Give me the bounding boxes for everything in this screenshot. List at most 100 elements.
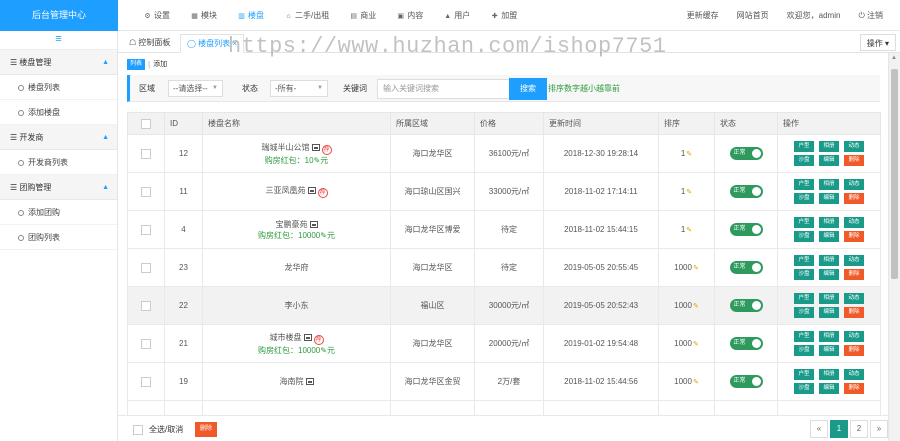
- bonus-text[interactable]: 购房红包：10000✎元: [203, 345, 390, 356]
- page-button-0[interactable]: «: [810, 420, 828, 438]
- caret-up-icon[interactable]: ▲: [102, 50, 109, 75]
- row-checkbox[interactable]: [141, 148, 151, 159]
- action-button-0[interactable]: 户型: [794, 141, 814, 152]
- refresh-cache-link[interactable]: 更新缓存: [678, 0, 728, 31]
- row-checkbox[interactable]: [141, 338, 151, 349]
- topnav-item-4[interactable]: ▤ 商业: [339, 0, 386, 31]
- tab-actions-dropdown[interactable]: 操作 ▾: [859, 34, 896, 51]
- edit-pencil-icon[interactable]: ✎: [686, 189, 692, 196]
- edit-pencil-icon[interactable]: ✎: [686, 151, 692, 158]
- sidebar-item-1-0[interactable]: 开发商列表: [0, 150, 117, 175]
- image-icon[interactable]: [305, 378, 314, 385]
- action-button-4[interactable]: 编辑: [819, 193, 839, 204]
- action-button-4[interactable]: 编辑: [819, 383, 839, 394]
- page-button-2[interactable]: 2: [850, 420, 868, 438]
- table-row[interactable]: 12 瑞城半山公馆 荐购房红包：10✎元 海口龙华区 36100元/㎡ 2018-12-3…: [127, 134, 881, 173]
- table-row[interactable]: 11 三亚凤凰苑 荐 海口琼山区国兴 33000元/㎡ 2018-11-02 17:14:…: [127, 172, 881, 211]
- action-button-5[interactable]: 删除: [844, 345, 864, 356]
- row-checkbox[interactable]: [141, 376, 151, 387]
- action-button-1[interactable]: 相册: [819, 293, 839, 304]
- action-button-1[interactable]: 相册: [819, 179, 839, 190]
- action-button-0[interactable]: 户型: [794, 179, 814, 190]
- edit-pencil-icon[interactable]: ✎: [693, 265, 699, 272]
- tab-close-icon[interactable]: ×: [232, 39, 237, 48]
- action-button-5[interactable]: 删除: [844, 307, 864, 318]
- list-button[interactable]: 列表: [127, 58, 146, 70]
- caret-up-icon[interactable]: ▲: [102, 175, 109, 200]
- table-row[interactable]: 22 李小东 福山区 30000元/㎡ 2019-05-05 20:52:43 1000✎…: [127, 286, 881, 325]
- header-checkbox[interactable]: [141, 118, 151, 129]
- scroll-up-icon[interactable]: ▲: [891, 55, 897, 61]
- tab-building-list[interactable]: ◯ 楼盘列表 ×: [180, 34, 245, 53]
- brand-title[interactable]: 后台管理中心: [0, 0, 118, 31]
- action-button-0[interactable]: 户型: [794, 369, 814, 380]
- action-button-5[interactable]: 删除: [844, 193, 864, 204]
- action-button-5[interactable]: 删除: [844, 269, 864, 280]
- status-toggle[interactable]: 正常: [729, 185, 763, 198]
- sidebar-group-2[interactable]: ☰ 团购管理 ▲: [0, 175, 117, 200]
- building-name[interactable]: 海南院: [203, 376, 390, 387]
- action-button-2[interactable]: 动态: [844, 217, 864, 228]
- sort-cell[interactable]: 1000✎: [658, 324, 715, 363]
- edit-pencil-icon[interactable]: ✎: [686, 227, 692, 234]
- topnav-item-7[interactable]: ✚ 加盟: [480, 0, 527, 31]
- select-all-checkbox[interactable]: [133, 424, 143, 435]
- action-button-2[interactable]: 动态: [844, 331, 864, 342]
- sort-cell[interactable]: 1✎: [658, 134, 715, 173]
- sort-cell[interactable]: 1000✎: [658, 248, 715, 287]
- table-row[interactable]: 21 城市楼盘 荐购房红包：10000✎元 海口龙华区 20000元/㎡ 2019-01-…: [127, 324, 881, 363]
- action-button-0[interactable]: 户型: [794, 331, 814, 342]
- action-button-2[interactable]: 动态: [844, 179, 864, 190]
- action-button-3[interactable]: 沙盘: [794, 307, 814, 318]
- topnav-item-3[interactable]: ⌂ 二手/出租: [274, 0, 339, 31]
- topnav-item-5[interactable]: ▣ 内容: [386, 0, 433, 31]
- sidebar-item-0-0[interactable]: 楼盘列表: [0, 75, 117, 100]
- region-select[interactable]: --请选择-- ▼: [168, 80, 223, 97]
- status-toggle[interactable]: 正常: [729, 299, 763, 312]
- sidebar-group-0[interactable]: ☰ 楼盘管理 ▲: [0, 50, 117, 75]
- scrollbar[interactable]: ▲: [888, 53, 900, 441]
- building-name[interactable]: 城市楼盘 荐: [203, 332, 390, 345]
- select-all[interactable]: 全选/取消: [133, 424, 183, 435]
- topnav-item-0[interactable]: ⚙ 设置: [133, 0, 180, 31]
- sort-cell[interactable]: 1000✎: [658, 286, 715, 325]
- topnav-item-2[interactable]: ▥ 楼盘: [227, 0, 274, 31]
- image-icon[interactable]: [309, 220, 318, 228]
- sort-cell[interactable]: 1✎: [658, 172, 715, 211]
- tab-dashboard[interactable]: ☖ 控制面板: [123, 34, 176, 53]
- action-button-0[interactable]: 户型: [794, 217, 814, 228]
- building-name[interactable]: 宝鹏豪苑: [203, 219, 390, 230]
- status-toggle[interactable]: 正常: [729, 223, 763, 236]
- action-button-2[interactable]: 动态: [844, 293, 864, 304]
- action-button-1[interactable]: 相册: [819, 141, 839, 152]
- keyword-input[interactable]: 输入关键词搜索: [377, 79, 511, 99]
- add-link[interactable]: 添加: [153, 59, 167, 69]
- sidebar-group-1[interactable]: ☰ 开发商 ▲: [0, 125, 117, 150]
- status-toggle[interactable]: 正常: [729, 147, 763, 160]
- menu-toggle-icon[interactable]: ≡: [0, 31, 117, 50]
- action-button-3[interactable]: 沙盘: [794, 231, 814, 242]
- page-button-1[interactable]: 1: [830, 420, 848, 438]
- topnav-item-6[interactable]: ▲ 用户: [433, 0, 480, 31]
- action-button-5[interactable]: 删除: [844, 155, 864, 166]
- action-button-2[interactable]: 动态: [844, 369, 864, 380]
- action-button-1[interactable]: 相册: [819, 369, 839, 380]
- scrollbar-thumb[interactable]: [891, 69, 898, 279]
- table-row[interactable]: 4 宝鹏豪苑 购房红包：10000✎元 海口龙华区博爱 待定 2018-11-02 15:…: [127, 210, 881, 249]
- action-button-4[interactable]: 编辑: [819, 155, 839, 166]
- bulk-delete-button[interactable]: 删除: [195, 422, 218, 437]
- sort-cell[interactable]: 1✎: [658, 210, 715, 249]
- building-name[interactable]: 三亚凤凰苑 荐: [203, 185, 390, 198]
- action-button-5[interactable]: 删除: [844, 383, 864, 394]
- status-select[interactable]: -所有- ▼: [270, 80, 328, 97]
- row-checkbox[interactable]: [141, 262, 151, 273]
- action-button-2[interactable]: 动态: [844, 141, 864, 152]
- topnav-item-1[interactable]: ▦ 模块: [180, 0, 227, 31]
- edit-pencil-icon[interactable]: ✎: [693, 303, 699, 310]
- table-row[interactable]: 23 龙华府 海口龙华区 待定 2019-05-05 20:55:45 1000✎ 正常 户型…: [127, 248, 881, 287]
- image-icon[interactable]: [303, 333, 312, 341]
- page-button-3[interactable]: »: [870, 420, 888, 438]
- row-checkbox[interactable]: [141, 300, 151, 311]
- image-icon[interactable]: [311, 143, 320, 151]
- status-toggle[interactable]: 正常: [729, 261, 763, 274]
